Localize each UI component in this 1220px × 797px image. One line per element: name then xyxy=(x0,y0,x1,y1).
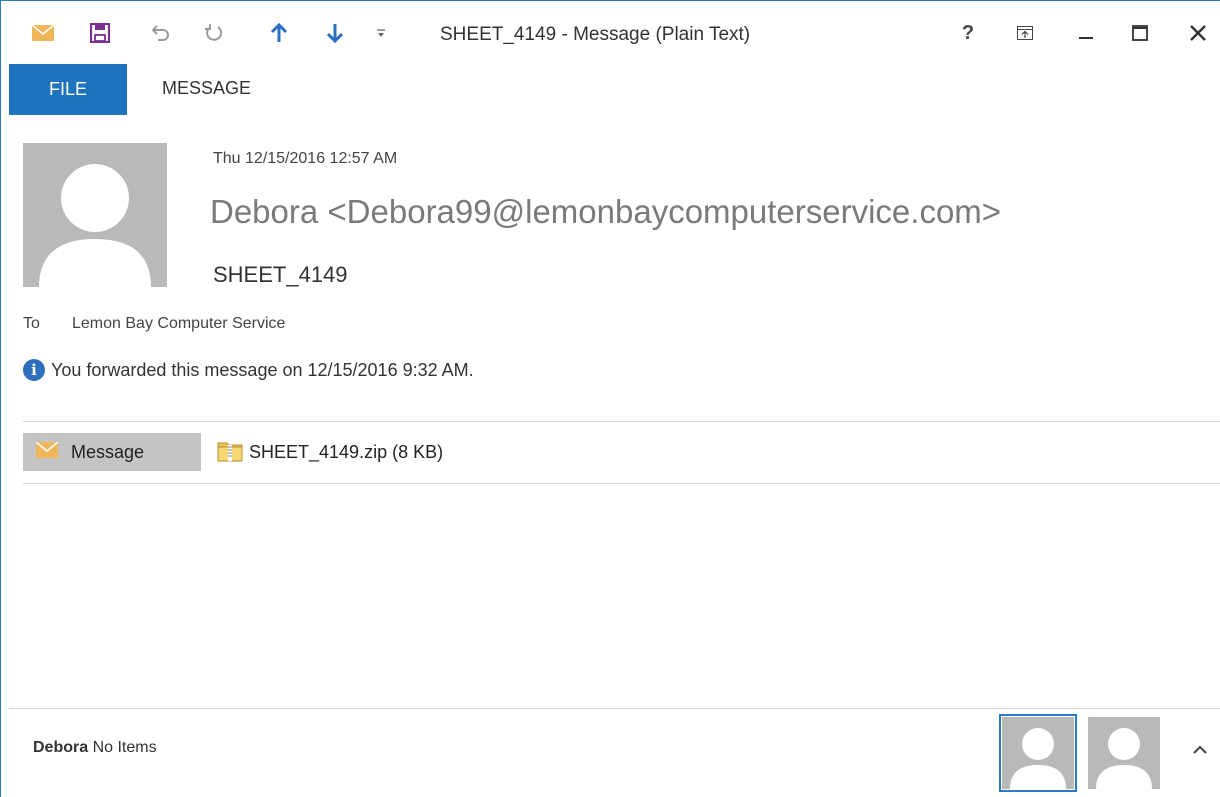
sender-name[interactable]: Debora <Debora99@lemonbaycomputerservice… xyxy=(210,193,1001,231)
people-pane-divider xyxy=(9,708,1220,709)
mail-icon[interactable] xyxy=(30,20,56,46)
attachment-name: SHEET_4149.zip (8 KB) xyxy=(249,441,444,462)
close-icon[interactable] xyxy=(1183,18,1213,48)
message-window xyxy=(0,0,1220,797)
info-icon: i xyxy=(23,359,45,381)
people-pane-status: Debora No Items xyxy=(33,739,157,757)
minimize-icon[interactable] xyxy=(1071,18,1101,48)
people-pane-name: Debora xyxy=(33,739,89,756)
sent-date: Thu 12/15/2016 12:57 AM xyxy=(213,150,398,167)
message-tab[interactable]: Message xyxy=(23,433,201,471)
maximize-icon[interactable] xyxy=(1125,18,1155,48)
chevron-up-icon[interactable] xyxy=(1193,742,1207,760)
divider xyxy=(23,421,1220,422)
to-label: To xyxy=(23,315,40,332)
tab-file[interactable]: FILE xyxy=(9,64,127,115)
forward-info-bar: i You forwarded this message on 12/15/20… xyxy=(23,357,474,383)
message-subject: SHEET_4149 xyxy=(213,262,348,287)
tab-message[interactable]: MESSAGE xyxy=(162,78,251,99)
message-tab-label: Message xyxy=(71,441,145,462)
undo-icon[interactable] xyxy=(148,20,174,46)
person-icon xyxy=(1010,728,1066,789)
window-title: SHEET_4149 - Message (Plain Text) xyxy=(440,24,751,45)
zip-folder-icon xyxy=(217,437,243,468)
previous-item-icon[interactable] xyxy=(266,20,292,46)
people-pane-items: No Items xyxy=(92,739,157,756)
next-item-icon[interactable] xyxy=(322,20,348,46)
recipient[interactable]: Lemon Bay Computer Service xyxy=(72,315,285,333)
ribbon-display-options-icon[interactable] xyxy=(1010,18,1040,48)
people-pane-avatar[interactable] xyxy=(1088,717,1160,789)
envelope-icon xyxy=(35,440,59,463)
title-bar: SHEET_4149 - Message (Plain Text) ? xyxy=(0,0,1220,64)
person-icon xyxy=(39,164,151,287)
people-pane-avatar-selected[interactable] xyxy=(999,714,1077,792)
person-icon xyxy=(1096,728,1152,789)
sender-avatar xyxy=(23,143,167,287)
divider xyxy=(23,483,1220,484)
customize-toolbar-icon[interactable] xyxy=(368,20,394,46)
save-icon[interactable] xyxy=(87,20,113,46)
attachment-item[interactable]: SHEET_4149.zip (8 KB) xyxy=(217,438,443,466)
forward-info-text: You forwarded this message on 12/15/2016… xyxy=(51,359,474,380)
help-button[interactable]: ? xyxy=(953,18,983,48)
redo-icon[interactable] xyxy=(201,20,227,46)
